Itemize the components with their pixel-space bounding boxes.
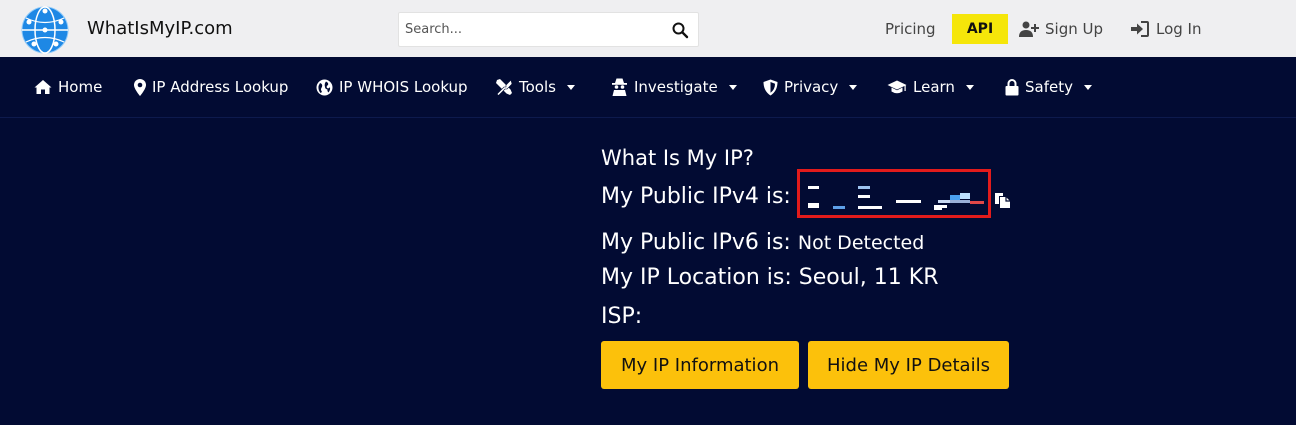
nav-item-ip-whois-lookup[interactable]: IP WHOIS Lookup xyxy=(316,78,468,96)
chevron-down-icon xyxy=(566,84,575,90)
search-input[interactable] xyxy=(399,13,664,46)
nav-item-investigate[interactable]: Investigate xyxy=(611,78,737,96)
lock-icon xyxy=(1005,78,1019,95)
signup-link[interactable]: Sign Up xyxy=(1019,20,1103,38)
nav-label: Learn xyxy=(913,78,955,96)
detective-icon xyxy=(612,78,627,96)
ipv6-label: My Public IPv6 is: xyxy=(601,230,791,255)
nav-label: Privacy xyxy=(784,78,839,96)
pricing-link[interactable]: Pricing xyxy=(885,20,936,38)
graduation-cap-icon xyxy=(887,80,907,93)
nav-item-privacy[interactable]: Privacy xyxy=(763,78,858,96)
nav-label: IP Address Lookup xyxy=(152,78,289,96)
login-label: Log In xyxy=(1156,20,1202,38)
location-value: Seoul, 11 KR xyxy=(798,265,939,290)
nav-label: IP WHOIS Lookup xyxy=(339,78,468,96)
ipv4-label: My Public IPv4 is: xyxy=(601,184,791,209)
chevron-down-icon xyxy=(965,84,974,90)
isp-label: ISP: xyxy=(601,304,643,329)
signup-label: Sign Up xyxy=(1045,20,1103,38)
map-pin-icon xyxy=(134,78,146,96)
login-link[interactable]: Log In xyxy=(1131,20,1202,38)
chevron-down-icon xyxy=(728,84,737,90)
location-label: My IP Location is: xyxy=(601,265,792,290)
my-ip-information-button[interactable]: My IP Information xyxy=(601,341,799,389)
nav-label: Safety xyxy=(1025,78,1073,96)
main-nav: Home IP Address Lookup IP WHOIS Lookup T… xyxy=(0,57,1296,118)
brand-name[interactable]: WhatIsMyIP.com xyxy=(87,18,233,39)
nav-label: Tools xyxy=(519,78,556,96)
location-row: My IP Location is: Seoul, 11 KR xyxy=(601,265,938,290)
tools-icon xyxy=(496,79,513,96)
ipv4-value-redacted[interactable] xyxy=(808,185,988,211)
page-title: What Is My IP? xyxy=(601,146,754,170)
ipv6-value: Not Detected xyxy=(797,232,925,254)
shield-icon xyxy=(763,79,778,95)
globe-network-logo-icon[interactable] xyxy=(20,5,70,55)
nav-item-safety[interactable]: Safety xyxy=(1005,78,1092,96)
hide-my-ip-details-button[interactable]: Hide My IP Details xyxy=(808,341,1009,389)
sign-in-icon xyxy=(1131,21,1149,37)
api-link[interactable]: API xyxy=(952,14,1008,44)
globe-icon xyxy=(316,79,333,95)
nav-item-home[interactable]: Home xyxy=(34,78,102,96)
nav-label: Home xyxy=(58,78,103,96)
nav-item-tools[interactable]: Tools xyxy=(495,78,575,96)
top-bar: WhatIsMyIP.com Pricing API Sign Up Log I… xyxy=(0,0,1296,57)
chevron-down-icon xyxy=(849,84,858,90)
ipv6-row: My Public IPv6 is: Not Detected xyxy=(601,230,924,255)
user-plus-icon xyxy=(1019,21,1039,37)
nav-item-learn[interactable]: Learn xyxy=(887,78,974,96)
nav-item-ip-address-lookup[interactable]: IP Address Lookup xyxy=(134,78,288,96)
nav-label: Investigate xyxy=(634,78,718,96)
search-icon[interactable] xyxy=(671,21,689,39)
home-icon xyxy=(34,80,52,94)
search-box xyxy=(398,12,699,47)
chevron-down-icon xyxy=(1083,84,1092,90)
copy-icon[interactable] xyxy=(994,192,1011,209)
